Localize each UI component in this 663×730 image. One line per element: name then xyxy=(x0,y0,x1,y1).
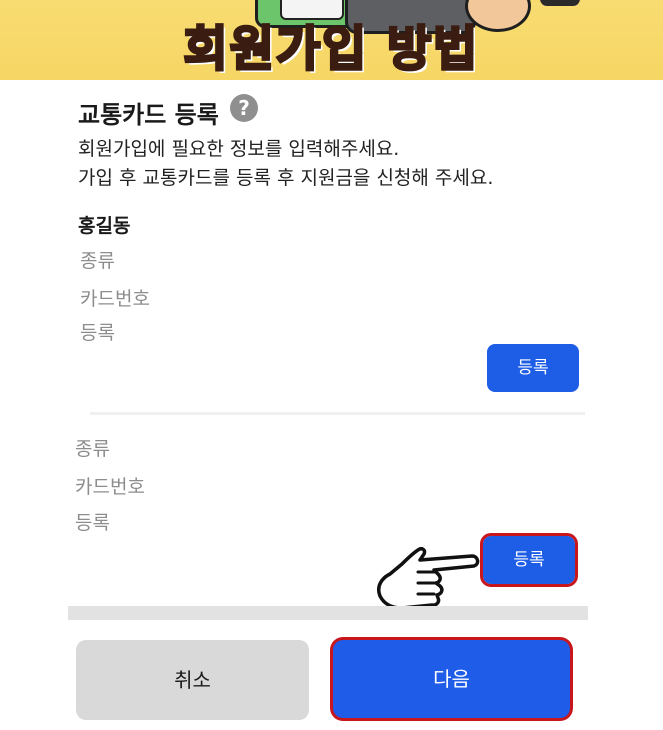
card-number-label: 카드번호 xyxy=(75,476,145,498)
divider xyxy=(90,412,585,415)
card-register-label: 등록 xyxy=(75,512,110,534)
next-button[interactable]: 다음 xyxy=(333,640,570,718)
card-type-label: 종류 xyxy=(80,250,115,272)
description-line-1: 회원가입에 필요한 정보를 입력해주세요. xyxy=(78,138,400,160)
banner-decoration xyxy=(540,0,580,6)
page-title: 교통카드 등록 xyxy=(78,101,219,129)
card-type-label: 종류 xyxy=(75,438,110,460)
description-line-2: 가입 후 교통카드를 등록 후 지원금을 신청해 주세요. xyxy=(78,167,494,189)
pointing-hand-icon xyxy=(377,547,480,610)
card-number-label: 카드번호 xyxy=(80,288,150,310)
cancel-button[interactable]: 취소 xyxy=(76,640,309,720)
register-button-1[interactable]: 등록 xyxy=(487,344,579,392)
tutorial-banner: 회원가입 방법 xyxy=(0,0,663,80)
owner-name: 홍길동 xyxy=(78,215,131,237)
question-mark-icon[interactable]: ? xyxy=(230,94,258,122)
section-separator xyxy=(68,606,588,620)
car-illustration xyxy=(280,0,344,20)
banner-title: 회원가입 방법 xyxy=(182,20,480,79)
register-button-2[interactable]: 등록 xyxy=(480,533,578,587)
card-register-label: 등록 xyxy=(80,322,115,344)
